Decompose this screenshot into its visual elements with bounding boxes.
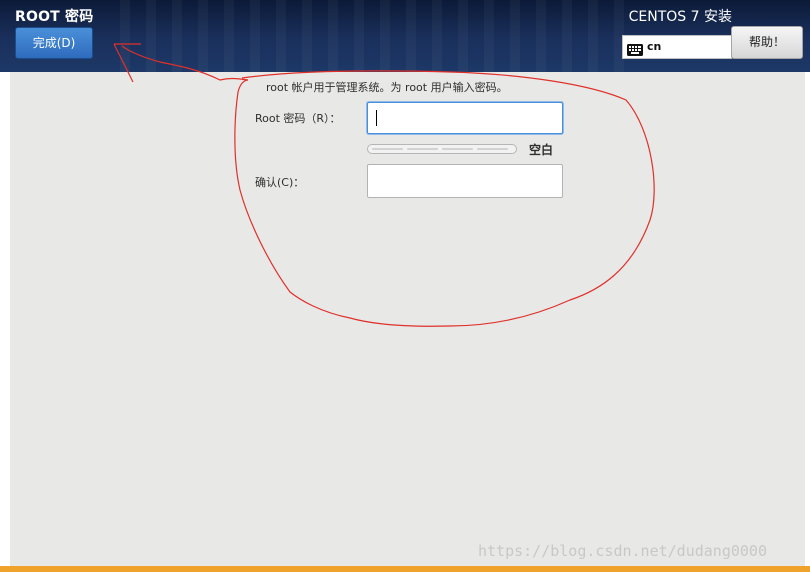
bottom-status-bar	[0, 566, 810, 572]
keyboard-layout-indicator[interactable]: cn	[622, 35, 732, 59]
password-strength-label: 空白	[529, 143, 554, 157]
left-margin	[0, 72, 10, 566]
strength-segment	[442, 148, 473, 150]
watermark: https://blog.csdn.net/dudang0000	[478, 542, 767, 560]
root-password-input[interactable]	[367, 102, 563, 134]
product-title: CENTOS 7 安装	[628, 9, 732, 25]
keyboard-layout-label: cn	[647, 40, 662, 53]
strength-segment	[477, 148, 508, 150]
text-cursor	[376, 110, 377, 126]
installer-header: ROOT 密码 完成(D) CENTOS 7 安装 cn 帮助！	[0, 0, 810, 72]
help-button[interactable]: 帮助！	[731, 26, 803, 59]
form-description: root 帐户用于管理系统。为 root 用户输入密码。	[266, 81, 508, 94]
strength-segment	[407, 148, 438, 150]
keyboard-icon	[627, 41, 643, 56]
strength-segment	[372, 148, 403, 150]
root-password-label: Root 密码（R）：	[255, 112, 341, 125]
done-button[interactable]: 完成(D)	[15, 27, 93, 59]
header-decoration	[120, 0, 640, 72]
password-strength-meter	[367, 144, 517, 154]
confirm-password-label: 确认(C)：	[255, 176, 305, 189]
right-margin	[805, 72, 810, 566]
page-title: ROOT 密码	[15, 9, 94, 25]
confirm-password-input[interactable]	[367, 164, 563, 198]
